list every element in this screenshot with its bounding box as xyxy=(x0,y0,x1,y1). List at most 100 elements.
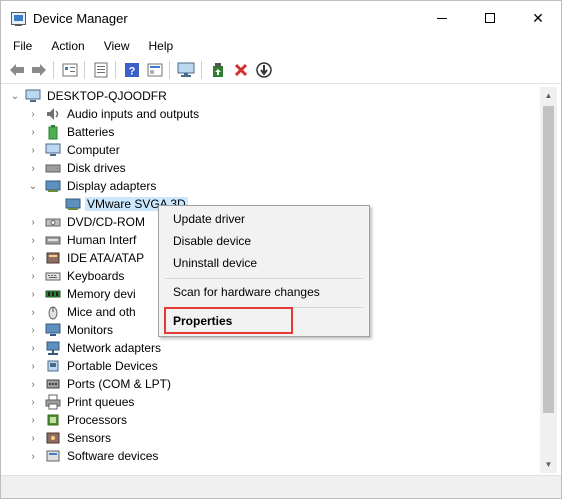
tree-item-label: Sensors xyxy=(67,431,112,445)
update-driver-button[interactable] xyxy=(209,61,227,79)
show-hidden-button[interactable] xyxy=(146,61,164,79)
scan-hardware-menu-item[interactable]: Scan for hardware changes xyxy=(173,285,320,299)
ide-icon xyxy=(46,252,60,264)
tree-item-label: Processors xyxy=(67,413,128,427)
monitor-icon xyxy=(177,62,195,77)
tree-item-label: Memory devi xyxy=(67,287,136,301)
update-driver-icon xyxy=(213,63,223,77)
chevron-down-icon[interactable]: ⌄ xyxy=(9,90,21,102)
disk-icon xyxy=(45,164,61,173)
tree-item-label: Keyboards xyxy=(67,269,125,283)
monitor-icon xyxy=(45,323,61,336)
help-icon: ? xyxy=(125,63,139,78)
close-icon: ✕ xyxy=(532,9,544,26)
tree-item-label: Portable Devices xyxy=(67,359,158,373)
forward-arrow-icon xyxy=(32,64,46,76)
properties-sheet-button[interactable] xyxy=(92,61,110,79)
display-adapter-icon xyxy=(65,198,81,210)
tree-item-label: DVD/CD-ROM xyxy=(67,215,145,229)
device-view-button[interactable] xyxy=(61,61,79,79)
chevron-right-icon[interactable]: › xyxy=(27,378,39,390)
window-title: Device Manager xyxy=(33,11,128,26)
tree-item-portable[interactable]: › Portable Devices xyxy=(3,357,539,375)
tree-item-network[interactable]: › Network adapters xyxy=(3,339,539,357)
tree-item-display[interactable]: ⌄ Display adapters xyxy=(3,177,539,195)
scroll-thumb[interactable] xyxy=(543,106,554,413)
menu-help[interactable]: Help xyxy=(143,35,180,57)
device-manager-icon xyxy=(11,12,26,26)
tree-item-ports[interactable]: › Ports (COM & LPT) xyxy=(3,375,539,393)
tree-item-software[interactable]: › Software devices xyxy=(3,447,539,465)
download-button[interactable] xyxy=(255,61,273,79)
tree-item-print[interactable]: › Print queues xyxy=(3,393,539,411)
chevron-right-icon[interactable]: › xyxy=(27,396,39,408)
hid-icon xyxy=(45,236,61,245)
maximize-button[interactable] xyxy=(467,1,513,35)
uninstall-device-menu-item[interactable]: Uninstall device xyxy=(173,256,257,270)
disable-device-menu-item[interactable]: Disable device xyxy=(173,234,251,248)
update-driver-menu-item[interactable]: Update driver xyxy=(173,212,245,226)
back-button[interactable] xyxy=(8,61,26,79)
tree-item-audio[interactable]: › Audio inputs and outputs xyxy=(3,105,539,123)
dvd-icon xyxy=(45,218,61,227)
chevron-right-icon[interactable]: › xyxy=(27,342,39,354)
menu-file[interactable]: File xyxy=(7,35,38,57)
tree-root-row[interactable]: ⌄ DESKTOP-QJOODFR xyxy=(3,87,539,105)
chevron-right-icon[interactable]: › xyxy=(27,450,39,462)
menu-action[interactable]: Action xyxy=(45,35,90,57)
chevron-right-icon[interactable]: › xyxy=(27,288,39,300)
tree-item-label: Mice and oth xyxy=(67,305,136,319)
help-button[interactable]: ? xyxy=(123,61,141,79)
memory-icon xyxy=(45,290,61,298)
monitor-button[interactable] xyxy=(177,61,195,79)
chevron-right-icon[interactable]: › xyxy=(27,324,39,336)
display-adapter-icon xyxy=(45,180,61,192)
scroll-up-icon[interactable]: ▲ xyxy=(540,87,557,104)
network-icon xyxy=(46,341,60,355)
tree-item-batteries[interactable]: › Batteries xyxy=(3,123,539,141)
properties-highlight-box xyxy=(164,307,293,334)
chevron-right-icon[interactable]: › xyxy=(27,126,39,138)
computer-icon xyxy=(45,143,61,156)
tree-root-label: DESKTOP-QJOODFR xyxy=(47,89,167,103)
tree-item-label: Batteries xyxy=(67,125,115,139)
tree-item-label: Disk drives xyxy=(67,161,126,175)
chevron-right-icon[interactable]: › xyxy=(27,360,39,372)
chevron-down-icon[interactable]: ⌄ xyxy=(27,180,39,192)
properties-sheet-icon xyxy=(94,62,108,78)
scroll-down-icon[interactable]: ▼ xyxy=(540,456,557,473)
chevron-right-icon[interactable]: › xyxy=(27,414,39,426)
minimize-button[interactable] xyxy=(419,1,465,35)
software-icon xyxy=(46,450,60,462)
processor-icon xyxy=(47,414,59,426)
device-manager-window: Device Manager ✕ File Action View Help ? xyxy=(0,0,562,499)
tree-item-computer[interactable]: › Computer xyxy=(3,141,539,159)
chevron-right-icon[interactable]: › xyxy=(27,108,39,120)
title-bar[interactable]: Device Manager ✕ xyxy=(1,1,561,35)
portable-icon xyxy=(47,360,59,372)
chevron-right-icon[interactable]: › xyxy=(27,216,39,228)
chevron-right-icon[interactable]: › xyxy=(27,270,39,282)
vertical-scrollbar[interactable]: ▲ ▼ xyxy=(540,87,557,473)
chevron-right-icon[interactable]: › xyxy=(27,432,39,444)
tree-item-disk[interactable]: › Disk drives xyxy=(3,159,539,177)
show-hidden-icon xyxy=(147,63,163,77)
forward-button[interactable] xyxy=(30,61,48,79)
tree-item-label: Computer xyxy=(67,143,120,157)
toolbar: ? xyxy=(1,57,561,84)
tree-item-processors[interactable]: › Processors xyxy=(3,411,539,429)
close-button[interactable]: ✕ xyxy=(515,1,561,35)
tree-item-sensors[interactable]: › Sensors xyxy=(3,429,539,447)
maximize-icon xyxy=(485,13,495,23)
menu-bar: File Action View Help xyxy=(1,35,561,57)
uninstall-button[interactable] xyxy=(232,61,250,79)
chevron-right-icon[interactable]: › xyxy=(27,306,39,318)
tree-item-label: IDE ATA/ATAP xyxy=(67,251,145,265)
chevron-right-icon[interactable]: › xyxy=(27,162,39,174)
chevron-right-icon[interactable]: › xyxy=(27,252,39,264)
chevron-right-icon[interactable]: › xyxy=(27,144,39,156)
menu-view[interactable]: View xyxy=(98,35,136,57)
printer-icon xyxy=(45,394,61,410)
minimize-icon xyxy=(437,17,447,19)
chevron-right-icon[interactable]: › xyxy=(27,234,39,246)
